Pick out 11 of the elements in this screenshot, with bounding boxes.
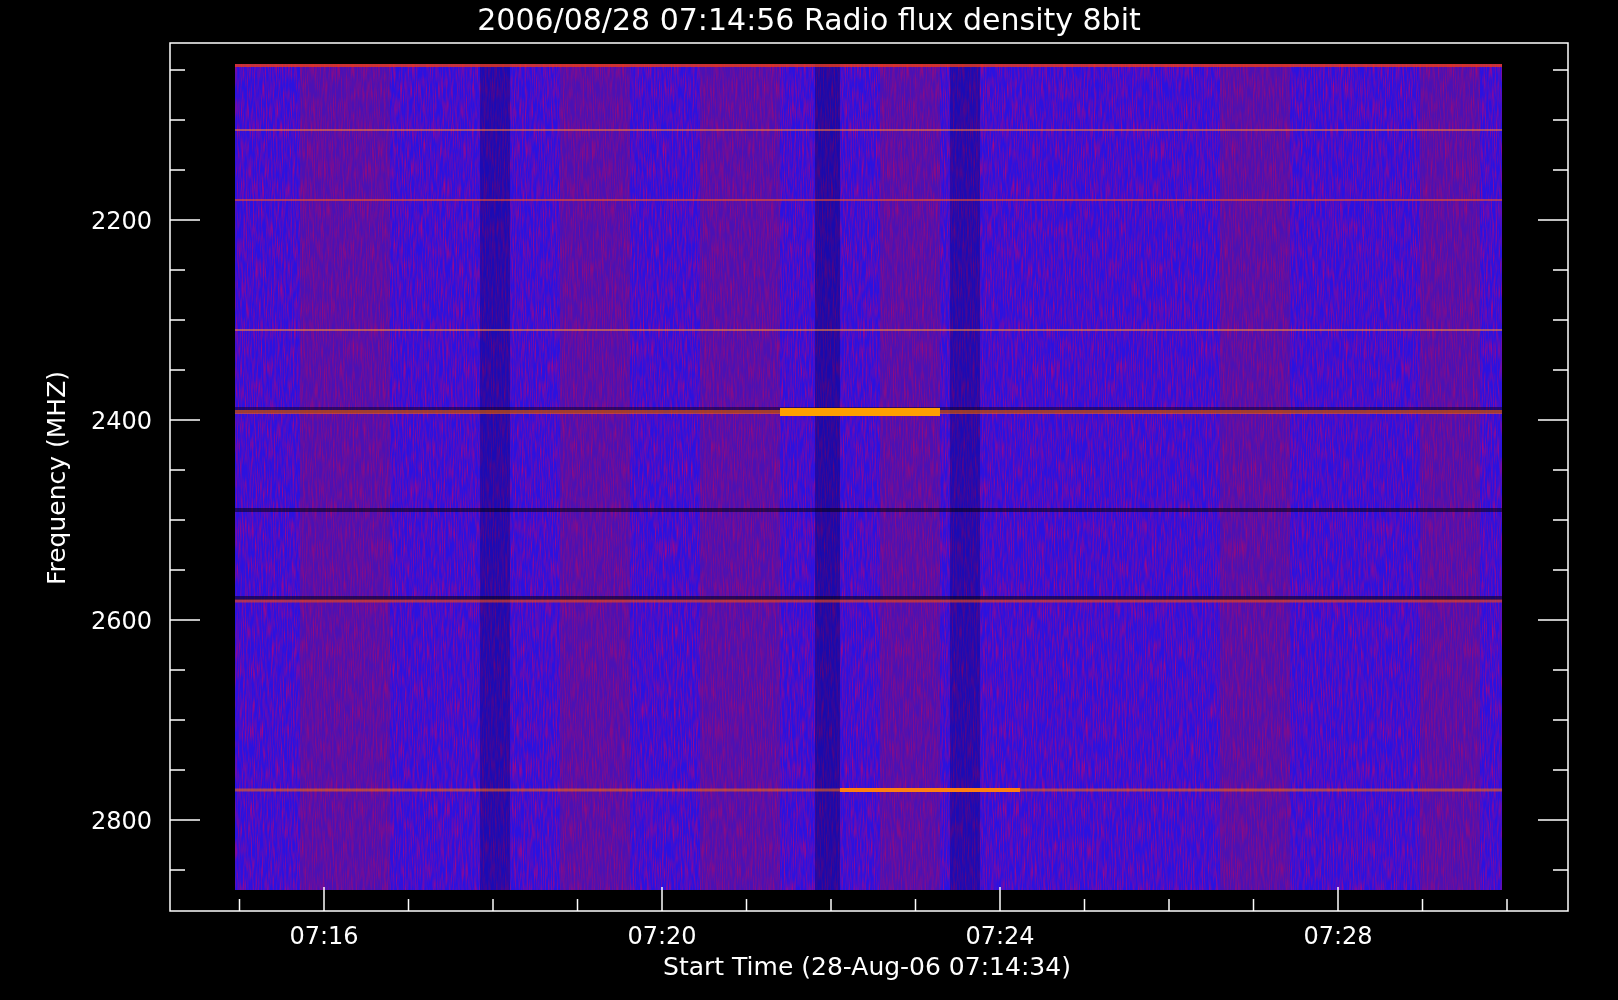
x-tick-label: 07:24 — [965, 922, 1035, 950]
y-tick-label: 2200 — [90, 207, 152, 235]
y-tick-label: 2800 — [90, 807, 152, 835]
x-tick-label: 07:16 — [289, 922, 359, 950]
y-tick-label: 2400 — [90, 407, 152, 435]
x-tick-label: 07:20 — [627, 922, 697, 950]
y-tick-label: 2600 — [90, 607, 152, 635]
chart-title: 2006/08/28 07:14:56 Radio flux density 8bit — [477, 2, 1141, 37]
x-tick-label: 07:28 — [1303, 922, 1373, 950]
x-axis-label: Start Time (28-Aug-06 07:14:34) — [663, 952, 1071, 981]
y-axis-label: Frequency (MHZ) — [42, 370, 71, 586]
